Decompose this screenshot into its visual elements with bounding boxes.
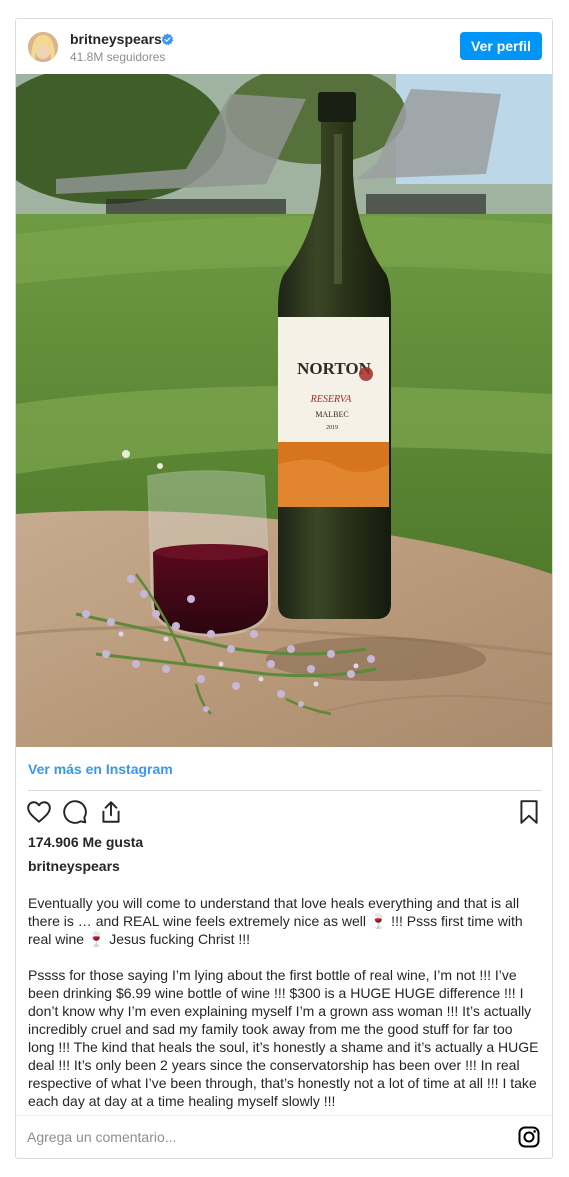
comment-icon[interactable]: [62, 799, 88, 825]
view-profile-button[interactable]: Ver perfil: [460, 32, 542, 60]
bottle-label-line: RESERVA: [310, 394, 353, 405]
follower-count: 41.8M seguidores: [70, 50, 166, 64]
comment-bar: Agrega un comentario...: [16, 1115, 552, 1158]
like-count[interactable]: 174.906 Me gusta: [28, 834, 143, 850]
share-icon[interactable]: [98, 799, 124, 825]
heart-icon[interactable]: [26, 799, 52, 825]
caption-author[interactable]: britneyspears: [28, 858, 120, 874]
post-header: britneyspears 41.8M seguidores Ver perfi…: [16, 19, 552, 74]
instagram-icon[interactable]: [517, 1125, 541, 1149]
divider: [28, 790, 542, 791]
caption-text: Eventually you will come to understand t…: [28, 894, 540, 1128]
action-bar: [16, 799, 552, 825]
username[interactable]: britneyspears: [70, 31, 162, 47]
view-more-on-instagram-link[interactable]: Ver más en Instagram: [28, 761, 173, 777]
caption-paragraph: Eventually you will come to understand t…: [28, 895, 523, 947]
bookmark-icon[interactable]: [516, 799, 542, 825]
avatar[interactable]: [28, 32, 58, 62]
bottle-label-vintage: 2019: [326, 425, 338, 431]
verified-badge-icon: [161, 33, 174, 46]
post-image[interactable]: NORTON RESERVA MALBEC 2019: [16, 74, 552, 747]
instagram-embed-card: britneyspears 41.8M seguidores Ver perfi…: [15, 18, 553, 1159]
caption-paragraph: Pssss for those saying I’m lying about t…: [28, 967, 539, 1109]
bottle-label-varietal: MALBEC: [315, 410, 348, 419]
comment-input[interactable]: Agrega un comentario...: [27, 1129, 176, 1145]
